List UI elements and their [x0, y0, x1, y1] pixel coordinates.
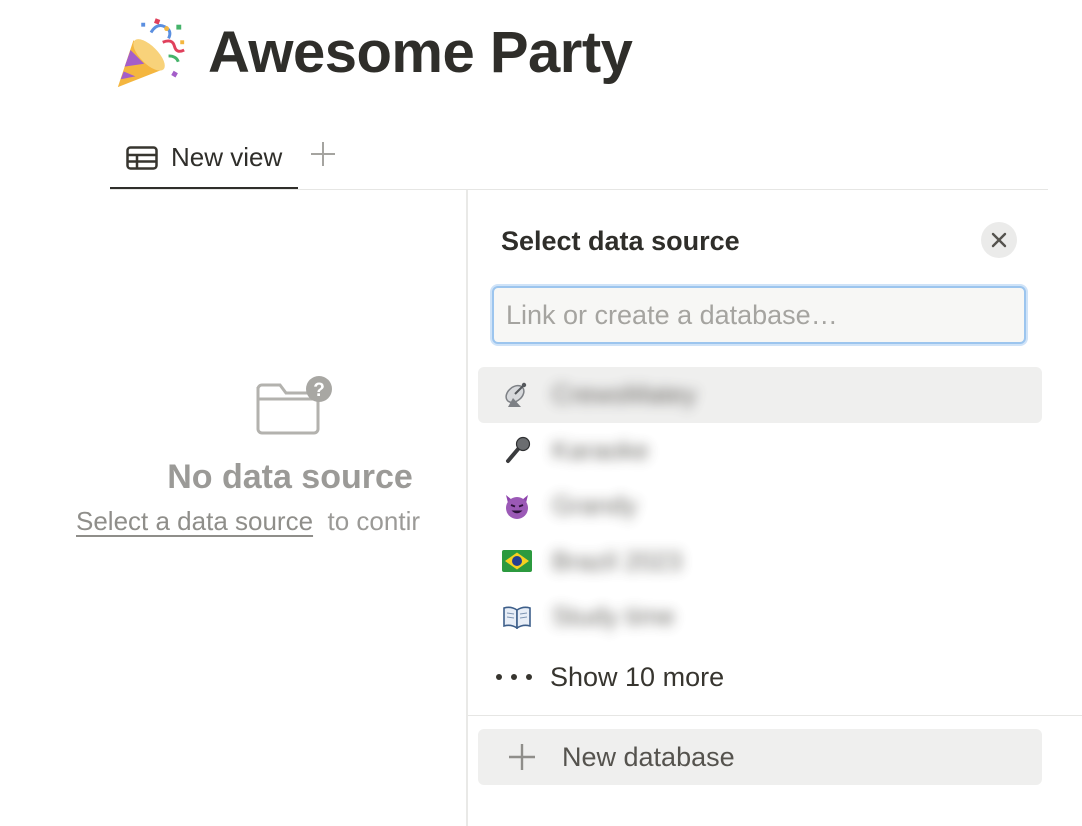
close-panel-button[interactable] [981, 222, 1017, 258]
brazil-flag-icon [502, 546, 532, 576]
panel-divider [468, 715, 1082, 716]
show-more-label: Show 10 more [550, 661, 725, 692]
empty-state-suffix [320, 506, 327, 536]
empty-state-title: No data source [167, 458, 413, 496]
tab-new-view[interactable]: New view [110, 128, 299, 190]
list-item[interactable]: Karaoke [478, 423, 1042, 479]
microphone-icon [502, 435, 532, 465]
list-item-name: Study time [552, 601, 675, 632]
new-database-label: New database [562, 741, 735, 772]
list-item[interactable]: Study time [478, 589, 1042, 645]
list-item-name: CrewsMatey [552, 379, 697, 410]
party-popper-icon[interactable] [112, 13, 190, 91]
panel-title: Select data source [501, 226, 740, 256]
close-icon [991, 232, 1007, 248]
page-header: Awesome Party [112, 10, 633, 94]
database-search-input[interactable] [492, 286, 1026, 344]
new-database-button[interactable]: New database [478, 729, 1042, 785]
list-item-name: Karaoke [552, 434, 649, 465]
plus-icon [311, 142, 336, 166]
list-item[interactable]: CrewsMatey [478, 367, 1042, 423]
view-tabs: New view [110, 128, 338, 190]
plus-icon [509, 744, 535, 770]
page-title[interactable]: Awesome Party [208, 19, 633, 86]
list-item-name: Brazil 2023 [552, 545, 683, 576]
satellite-antenna-icon [502, 380, 532, 410]
folder-question-icon: ? [256, 376, 332, 435]
open-book-icon [502, 602, 532, 632]
page: Awesome Party New view ? No data source … [0, 0, 1082, 826]
list-item[interactable]: Brazil 2023 [478, 534, 1042, 590]
smiling-devil-icon [502, 491, 532, 521]
database-list: CrewsMatey Karaoke Grandy Brazil 2023 St… [478, 367, 1042, 645]
select-data-source-link[interactable]: Select a data source [76, 506, 313, 536]
list-item[interactable]: Grandy [478, 478, 1042, 534]
svg-text:?: ? [313, 380, 325, 401]
tab-label: New view [171, 142, 283, 172]
empty-state-suffix-text: to contir [327, 506, 421, 536]
empty-state-subtitle: Select a data source to contir [76, 506, 466, 537]
select-data-source-panel: Select data source CrewsMatey [466, 190, 1082, 826]
list-item-name: Grandy [552, 490, 638, 521]
show-more-button[interactable]: Show 10 more [478, 652, 1042, 702]
more-dots-icon [496, 674, 532, 680]
add-view-button[interactable] [308, 139, 338, 169]
table-icon [126, 145, 158, 170]
